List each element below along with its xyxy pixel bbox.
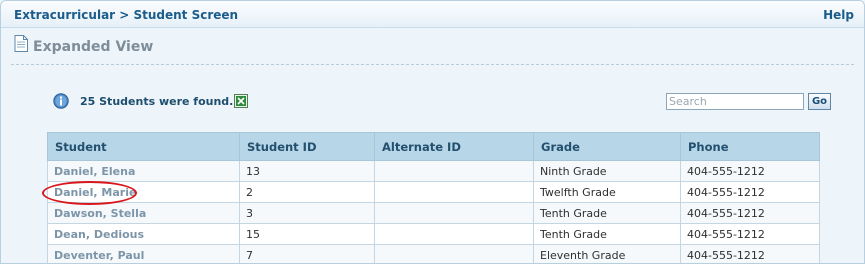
document-icon <box>14 35 28 52</box>
column-header-student[interactable]: Student <box>47 132 240 161</box>
grade-cell: Tenth Grade <box>533 223 681 245</box>
help-link[interactable]: Help <box>823 8 854 22</box>
alternate-id-cell <box>374 244 534 263</box>
phone-cell: 404-555-1212 <box>680 202 820 224</box>
student-name-link[interactable]: Daniel, Marie <box>47 181 240 203</box>
phone-cell: 404-555-1212 <box>680 244 820 263</box>
student-id-cell: 2 <box>239 181 375 203</box>
results-summary: 25 Students were found. <box>80 95 234 108</box>
excel-export-icon[interactable] <box>234 94 248 108</box>
top-bar: Extracurricular > Student Screen Help <box>1 1 864 28</box>
phone-cell: 404-555-1212 <box>680 160 820 182</box>
column-header-student-id[interactable]: Student ID <box>239 132 375 161</box>
student-id-cell: 3 <box>239 202 375 224</box>
grade-cell: Tenth Grade <box>533 202 681 224</box>
grade-cell: Twelfth Grade <box>533 181 681 203</box>
grade-cell: Ninth Grade <box>533 160 681 182</box>
phone-cell: 404-555-1212 <box>680 223 820 245</box>
alternate-id-cell <box>374 202 534 224</box>
alternate-id-cell <box>374 223 534 245</box>
column-header-alternate-id[interactable]: Alternate ID <box>374 132 534 161</box>
student-name-link[interactable]: Deventer, Paul <box>47 244 240 263</box>
student-id-cell: 13 <box>239 160 375 182</box>
alternate-id-cell <box>374 160 534 182</box>
breadcrumb[interactable]: Extracurricular > Student Screen <box>14 8 238 22</box>
student-name-link[interactable]: Dawson, Stella <box>47 202 240 224</box>
info-icon <box>53 93 69 109</box>
alternate-id-cell <box>374 181 534 203</box>
column-header-phone[interactable]: Phone <box>680 132 820 161</box>
students-table: Student Student ID Alternate ID Grade Ph… <box>47 132 820 263</box>
table-row[interactable]: Daniel, Elena 13 Ninth Grade 404-555-121… <box>47 160 820 182</box>
table-row[interactable]: Deventer, Paul 7 Eleventh Grade 404-555-… <box>47 244 820 263</box>
student-id-cell: 15 <box>239 223 375 245</box>
grade-cell: Eleventh Grade <box>533 244 681 263</box>
table-row[interactable]: Daniel, Marie 2 Twelfth Grade 404-555-12… <box>47 181 820 203</box>
student-name-link[interactable]: Dean, Dedious <box>47 223 240 245</box>
column-header-grade[interactable]: Grade <box>533 132 681 161</box>
go-button[interactable]: Go <box>808 93 831 110</box>
table-row[interactable]: Dean, Dedious 15 Tenth Grade 404-555-121… <box>47 223 820 245</box>
phone-cell: 404-555-1212 <box>680 181 820 203</box>
view-title: Expanded View <box>33 39 154 55</box>
search-input[interactable] <box>666 93 804 110</box>
student-name-link[interactable]: Daniel, Elena <box>47 160 240 182</box>
table-row[interactable]: Dawson, Stella 3 Tenth Grade 404-555-121… <box>47 202 820 224</box>
student-id-cell: 7 <box>239 244 375 263</box>
table-header-row: Student Student ID Alternate ID Grade Ph… <box>47 132 820 161</box>
app-frame: Extracurricular > Student Screen Help Ex… <box>0 0 865 264</box>
section-divider <box>11 64 854 65</box>
